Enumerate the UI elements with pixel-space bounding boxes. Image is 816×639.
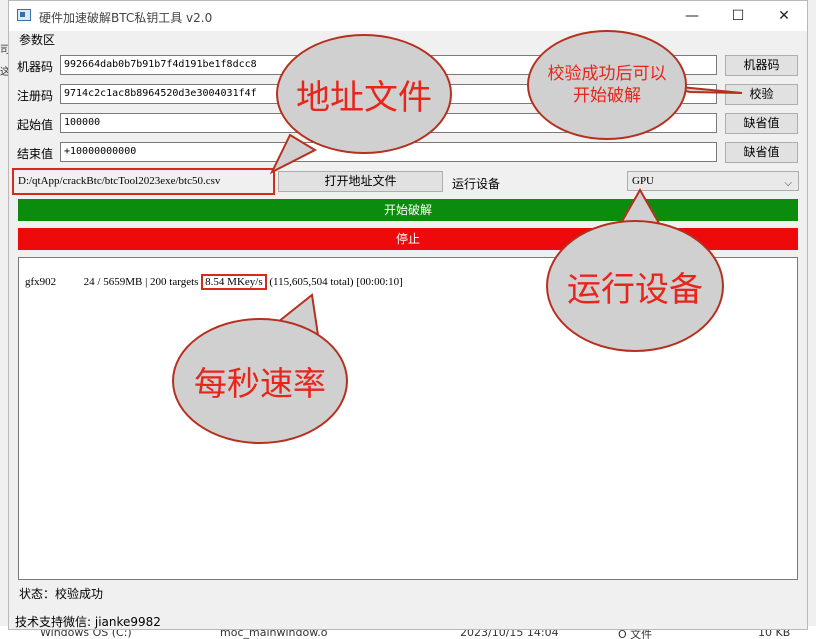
app-icon	[17, 9, 31, 21]
status-text: 状态：校验成功	[19, 587, 104, 601]
title-bar: 硬件加速破解BTC私钥工具 v2.0 — ☐ ✕	[9, 1, 807, 31]
speed-callout: 每秒速率	[172, 318, 348, 444]
verify-button[interactable]: 校验	[725, 84, 798, 105]
support-text: 技术支持微信: jianke9982	[15, 615, 161, 629]
verify-callout: 校验成功后可以 开始破解	[527, 30, 687, 140]
start-default-button[interactable]: 缺省值	[725, 113, 798, 134]
window-title: 硬件加速破解BTC私钥工具 v2.0	[39, 11, 213, 25]
device-select[interactable]: GPU ⌵	[627, 171, 799, 191]
open-address-file-button[interactable]: 打开地址文件	[278, 171, 443, 192]
end-value-label: 结束值	[17, 147, 54, 161]
machine-code-label: 机器码	[17, 60, 54, 74]
register-code-label: 注册码	[17, 89, 54, 103]
params-group-label: 参数区	[19, 33, 56, 47]
chevron-down-icon: ⌵	[784, 178, 792, 189]
device-select-value: GPU	[632, 175, 655, 187]
close-button[interactable]: ✕	[761, 1, 807, 31]
machine-code-button[interactable]: 机器码	[725, 55, 798, 76]
device-callout: 运行设备	[546, 220, 724, 352]
device-label: 运行设备	[452, 177, 501, 191]
output-speed: 8.54 MKey/s	[201, 274, 267, 290]
start-crack-button[interactable]: 开始破解	[18, 199, 798, 221]
output-memory: 24 / 5659MB | 200 targets	[83, 276, 199, 288]
end-default-button[interactable]: 缺省值	[725, 142, 798, 163]
address-file-callout: 地址文件	[276, 34, 452, 154]
maximize-button[interactable]: ☐	[715, 1, 761, 31]
output-gpu: gfx902	[25, 276, 57, 288]
output-line: gfx902 24 / 5659MB | 200 targets 8.54 MK…	[25, 274, 403, 290]
output-total: (115,605,504 total) [00:00:10]	[269, 276, 403, 288]
address-file-path[interactable]: D:/qtApp/crackBtc/btcTool2023exe/btc50.c…	[15, 172, 273, 191]
minimize-button[interactable]: —	[669, 1, 715, 31]
start-value-label: 起始值	[17, 118, 54, 132]
